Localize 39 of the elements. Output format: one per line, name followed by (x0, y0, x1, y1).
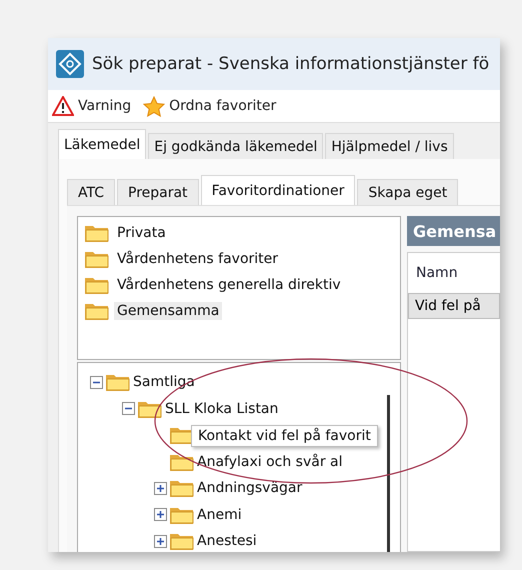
column-header[interactable]: Namn (408, 253, 500, 293)
collapse-icon[interactable] (122, 402, 135, 416)
folder-icon (169, 531, 195, 552)
expand-icon[interactable] (154, 508, 167, 522)
table-cell[interactable]: Vid fel på (408, 293, 500, 319)
list-item[interactable]: Privata (114, 224, 169, 242)
tab[interactable]: Favoritordinationer (200, 175, 356, 205)
folder-icon (169, 478, 195, 498)
tab[interactable]: Skapa eget (357, 179, 458, 205)
star-icon (143, 96, 166, 116)
expand-icon[interactable] (154, 482, 167, 495)
tooltip: Kontakt vid fel på favorit (191, 425, 378, 448)
tree-item[interactable]: SLL Kloka Listan (165, 400, 278, 417)
folder-icon (84, 275, 110, 295)
collapse-icon[interactable] (90, 376, 103, 389)
folder-icon (84, 301, 110, 321)
list-item[interactable]: Gemensamma (114, 302, 222, 320)
tab[interactable]: ATC (67, 179, 115, 205)
warning-icon (52, 96, 74, 116)
toolbar-button[interactable]: Ordna favoriter (143, 96, 276, 116)
list-item[interactable]: Vårdenhetens generella direktiv (114, 276, 344, 294)
panel-header: Gemensa (407, 216, 500, 246)
tree-item[interactable]: Anemi (197, 506, 242, 523)
folder-icon (105, 372, 131, 392)
app-icon (56, 50, 84, 78)
tab[interactable]: Hjälpmedel / livs (325, 133, 454, 159)
window-title: Sök preparat - Svenska informationstjänster fö (92, 54, 490, 74)
folder-icon (84, 223, 110, 243)
tree-item[interactable]: Andningsvägar (197, 480, 302, 496)
toolbar-button[interactable]: Varning (52, 96, 132, 116)
expand-icon[interactable] (154, 534, 167, 548)
scrollbar[interactable] (387, 395, 390, 552)
tab[interactable]: Ej godkända läkemedel (148, 133, 324, 159)
tree-item[interactable]: Anestesi (197, 533, 257, 550)
tab[interactable]: Preparat (117, 179, 199, 205)
folder-icon (84, 249, 110, 269)
list-item[interactable]: Vårdenhetens favoriter (114, 250, 282, 268)
tab[interactable]: Läkemedel (58, 129, 146, 159)
tree-item[interactable]: Anafylaxi och svår al (197, 454, 343, 470)
